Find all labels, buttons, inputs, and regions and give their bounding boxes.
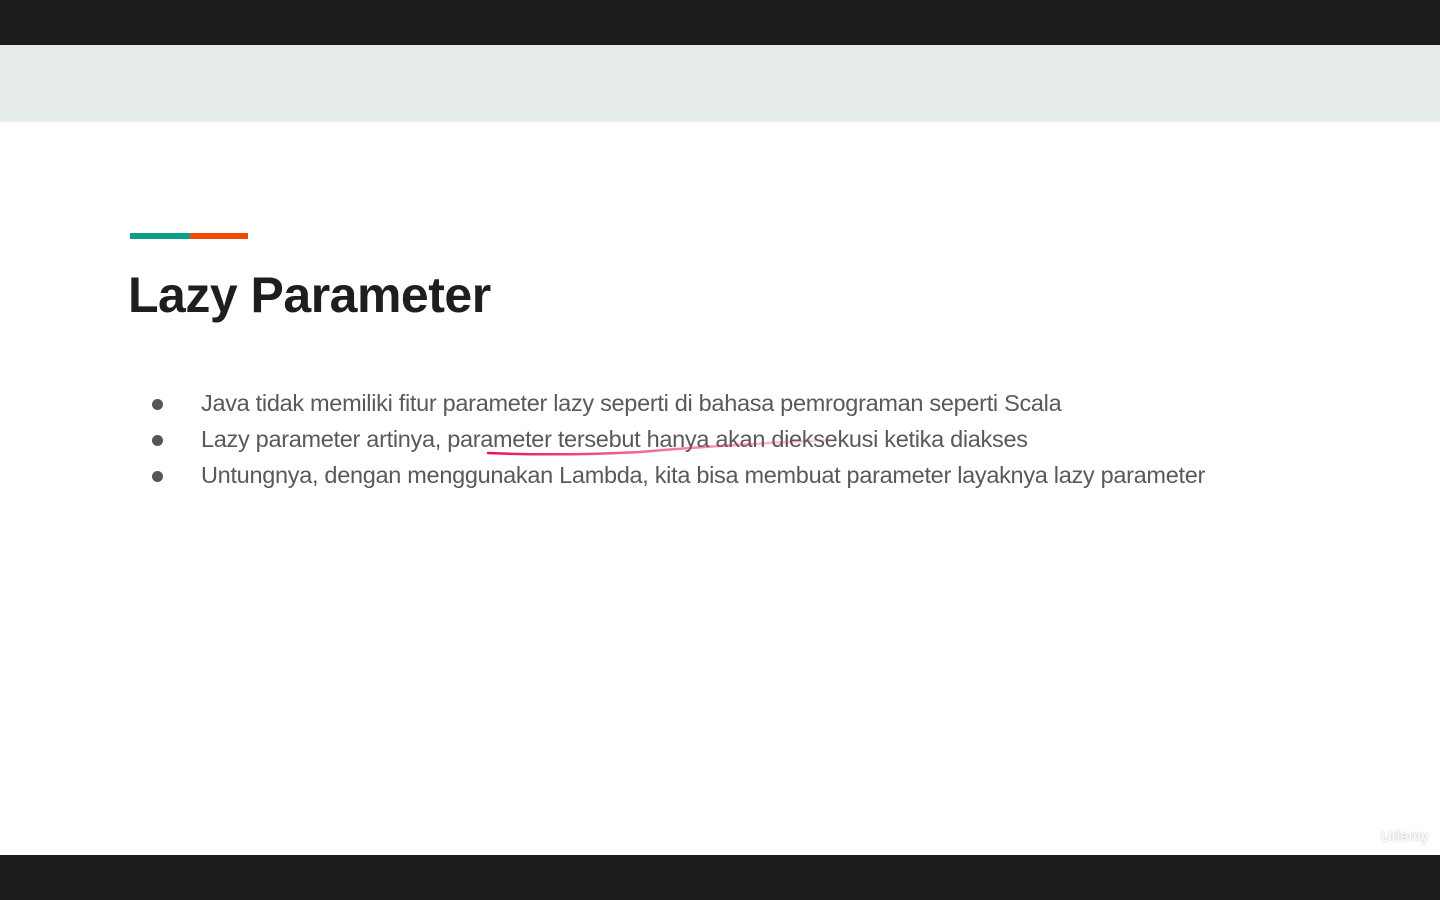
slide-title: Lazy Parameter xyxy=(128,267,491,323)
bullet-text: Java tidak memiliki fitur parameter lazy… xyxy=(201,390,1062,416)
accent-bar-teal xyxy=(130,233,190,239)
bullet-text: Lazy parameter artinya, parameter terseb… xyxy=(201,426,1028,452)
video-letterbox-bottom xyxy=(0,855,1440,900)
video-letterbox-top xyxy=(0,0,1440,45)
bullet-dot xyxy=(152,399,163,410)
bullet-dot xyxy=(152,471,163,482)
udemy-watermark: Udemy xyxy=(1381,828,1429,845)
slide-header-band xyxy=(0,45,1440,122)
accent-bar-orange xyxy=(190,233,248,239)
bullet-dot xyxy=(152,435,163,446)
bullet-text: Untungnya, dengan menggunakan Lambda, ki… xyxy=(201,462,1205,488)
